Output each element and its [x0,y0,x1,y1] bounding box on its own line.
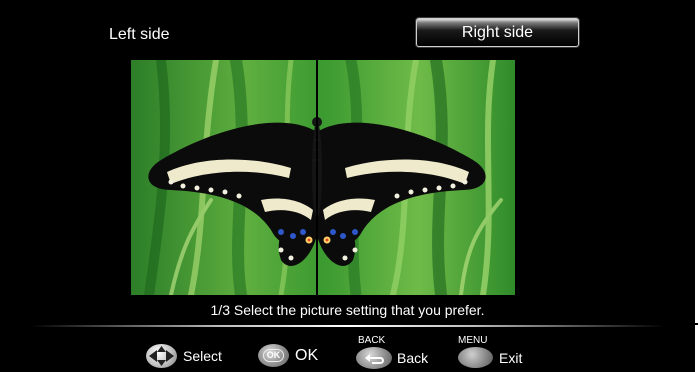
back-arrow-icon [356,347,392,369]
menu-key-hint: MENU Exit [458,335,523,368]
ok-button-text: OK [262,349,285,362]
ok-label: OK [295,346,319,364]
instruction-text: 1/3 Select the picture setting that you … [210,302,485,318]
select-label: Select [183,348,222,364]
split-divider [316,58,318,298]
right-side-option[interactable]: Right side [416,18,579,47]
menu-button-icon [458,347,493,368]
menu-key-caption: MENU [458,335,488,346]
butterfly-picture [131,60,515,295]
exit-label: Exit [499,349,523,366]
back-key-caption: BACK [358,335,386,346]
footer-separator [30,325,665,327]
select-key-hint: Select [146,344,222,368]
left-side-option[interactable]: Left side [109,26,169,44]
tv-screen: Left side Right side 1/3 Select the pict… [0,0,695,372]
ok-button-icon: OK [258,344,289,367]
butterfly-preview-image [131,60,515,295]
back-label: Back [397,350,429,366]
back-key-hint: BACK Back [356,335,429,369]
edge-mark [695,323,698,325]
ok-key-hint: OK OK [258,344,318,367]
navigation-arrows-icon [146,344,177,368]
